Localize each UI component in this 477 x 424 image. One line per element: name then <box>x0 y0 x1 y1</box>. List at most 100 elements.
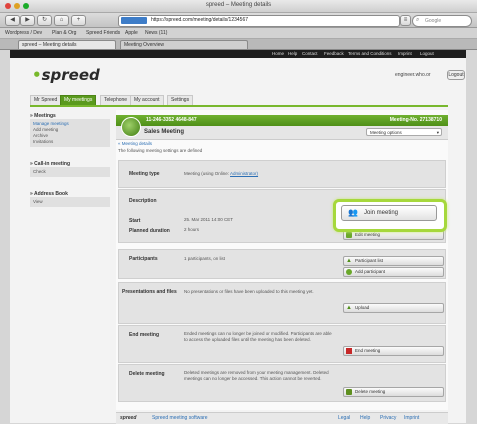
people-icon: 👥 <box>348 208 358 217</box>
upload-button[interactable]: ▲ Upload <box>343 303 444 313</box>
footer-link[interactable]: Legal <box>338 413 350 424</box>
meeting-type-value: Meeting (using Online: Administrator) <box>184 171 259 176</box>
end-meeting-section: End meeting Ended meetings can no longer… <box>118 325 446 363</box>
footer-link[interactable]: Imprint <box>404 413 419 424</box>
delete-meeting-section: Delete meeting Deleted meetings are remo… <box>118 364 446 402</box>
sidebar-addressbook-list: View <box>30 197 110 207</box>
top-link[interactable]: Help <box>288 50 297 58</box>
add-bookmark-button[interactable]: + <box>71 15 86 26</box>
tab-my-account[interactable]: My account <box>130 95 164 105</box>
tab-my-spreed[interactable]: Mr Spreed <box>30 95 62 105</box>
person-icon: ▲ <box>346 258 352 264</box>
bookmark-item[interactable]: Apple <box>125 28 138 38</box>
add-person-icon <box>346 269 352 275</box>
bookmark-item[interactable]: Spreed Friends <box>86 28 120 38</box>
start-value: 25. Mar 2011 14:00 CET <box>184 217 233 222</box>
tab-meeting-overview[interactable]: Meeting Overview <box>120 40 248 49</box>
delete-meeting-label: Delete meeting <box>129 371 165 377</box>
forward-button[interactable]: ▶ <box>20 15 35 26</box>
meeting-id: Meeting-No. 27138710 <box>389 117 442 123</box>
trash-icon <box>346 389 352 395</box>
search-field[interactable]: ⌕ Google <box>412 15 472 27</box>
presentations-value: No presentations or files have been uplo… <box>184 289 314 294</box>
add-participant-button[interactable]: Add participant <box>343 267 444 277</box>
presentations-section: Presentations and files No presentations… <box>118 282 446 324</box>
tab-label: Meeting Overview <box>124 42 165 48</box>
rss-icon: ≡ <box>403 17 408 23</box>
bookmarks-bar: Wordpress / Dev Plan & Org Spreed Friend… <box>0 28 477 39</box>
top-link[interactable]: Home <box>272 50 284 58</box>
tab-label: spreed – Meeting details <box>22 42 77 48</box>
sidebar-meetings-list: Manage meetings Add meeting Archive Invi… <box>30 119 110 147</box>
back-to-details-link[interactable]: « Meeting details <box>118 141 152 147</box>
logout-button[interactable]: Logout <box>447 70 465 80</box>
chevron-down-icon: ▾ <box>436 130 439 135</box>
start-label: Start <box>129 218 141 224</box>
intro-text: The following meeting settings are defin… <box>118 148 203 153</box>
address-bar[interactable]: https://spreed.com/meeting/details/12345… <box>118 15 400 27</box>
top-link[interactable]: Logout <box>420 50 434 58</box>
back-button[interactable]: ◀ <box>5 15 20 26</box>
rss-button[interactable]: ≡ <box>400 15 411 26</box>
pencil-icon <box>346 232 352 238</box>
tab-my-meetings[interactable]: My meetings <box>60 95 97 105</box>
tab-settings[interactable]: Settings <box>167 95 194 105</box>
delete-meeting-button[interactable]: Delete meeting <box>343 387 444 397</box>
logo-text: spreed <box>41 66 100 84</box>
bookmark-item[interactable]: News (11) <box>145 28 167 38</box>
home-icon: ⌂ <box>59 17 64 23</box>
meeting-code: 11-246-3352 4648-847 <box>146 117 197 123</box>
logo-mark: • <box>32 66 42 84</box>
top-links-bar: Home Help Contact Feedback Terms and Con… <box>10 50 466 58</box>
search-icon: ⌕ <box>416 17 420 23</box>
tab-meeting-details[interactable]: spreed – Meeting details <box>18 40 116 49</box>
join-meeting-label: Join meeting <box>364 210 399 216</box>
end-meeting-description: Ended meetings can no longer be joined o… <box>184 331 332 342</box>
end-meeting-button[interactable]: End meeting <box>343 346 444 356</box>
stop-icon <box>346 348 352 354</box>
meeting-options-select[interactable]: Meeting options ▾ <box>366 128 442 136</box>
tab-telephone[interactable]: Telephone <box>100 95 132 105</box>
spreed-logo[interactable]: •spreed <box>32 66 100 84</box>
reload-icon: ↻ <box>41 17 48 23</box>
meeting-title: Sales Meeting <box>144 129 185 135</box>
forward-arrow-icon: ▶ <box>25 17 30 23</box>
participants-section: Participants 1 participants, on list ▲ Pa… <box>118 249 446 279</box>
user-name: engineer.who.or <box>395 72 431 78</box>
footer-link[interactable]: Help <box>360 413 370 424</box>
plus-icon: + <box>76 17 81 23</box>
footer-text-link[interactable]: Spreed meeting software <box>152 413 208 424</box>
top-link[interactable]: Terms and Conditions <box>348 50 392 58</box>
url-text: https://spreed.com/meeting/details/12345… <box>151 17 249 23</box>
meeting-subheader: Sales Meeting Meeting options ▾ <box>116 126 448 140</box>
sidebar-item-invitations[interactable]: Invitations <box>33 139 107 145</box>
meeting-avatar <box>121 117 141 137</box>
bookmark-item[interactable]: Plan & Org <box>52 28 76 38</box>
reload-button[interactable]: ↻ <box>37 15 52 26</box>
participants-value: 1 participants, on list <box>184 256 226 261</box>
top-link[interactable]: Feedback <box>324 50 344 58</box>
footer-link[interactable]: Privacy <box>380 413 396 424</box>
select-value: Meeting options <box>370 130 402 135</box>
bookmark-item[interactable]: Wordpress / Dev <box>5 28 42 38</box>
sidebar: » Meetings Manage meetings Add meeting A… <box>30 113 110 207</box>
top-link[interactable]: Imprint <box>398 50 412 58</box>
presentations-label: Presentations and files <box>122 289 177 295</box>
duration-value: 2 hours <box>184 227 200 232</box>
join-meeting-button[interactable]: 👥 Join meeting <box>341 205 437 221</box>
back-arrow-icon: ◀ <box>10 17 15 23</box>
duration-label: Planned duration <box>129 228 170 234</box>
end-meeting-label: End meeting <box>129 332 160 338</box>
sidebar-item-check[interactable]: Check <box>33 169 107 175</box>
site-identity-badge[interactable] <box>121 17 147 24</box>
top-link[interactable]: Contact <box>302 50 318 58</box>
participant-list-button[interactable]: ▲ Participant list <box>343 256 444 266</box>
footer-logo: spreed <box>120 415 137 421</box>
administrator-link[interactable]: Administrator) <box>230 171 258 176</box>
participants-label: Participants <box>129 256 158 262</box>
description-label: Description <box>129 198 157 204</box>
delete-meeting-description: Deleted meetings are removed from your m… <box>184 370 329 381</box>
sidebar-item-view[interactable]: View <box>33 199 107 205</box>
home-button[interactable]: ⌂ <box>54 15 69 26</box>
window-title: spreed – Meeting details <box>205 2 272 8</box>
